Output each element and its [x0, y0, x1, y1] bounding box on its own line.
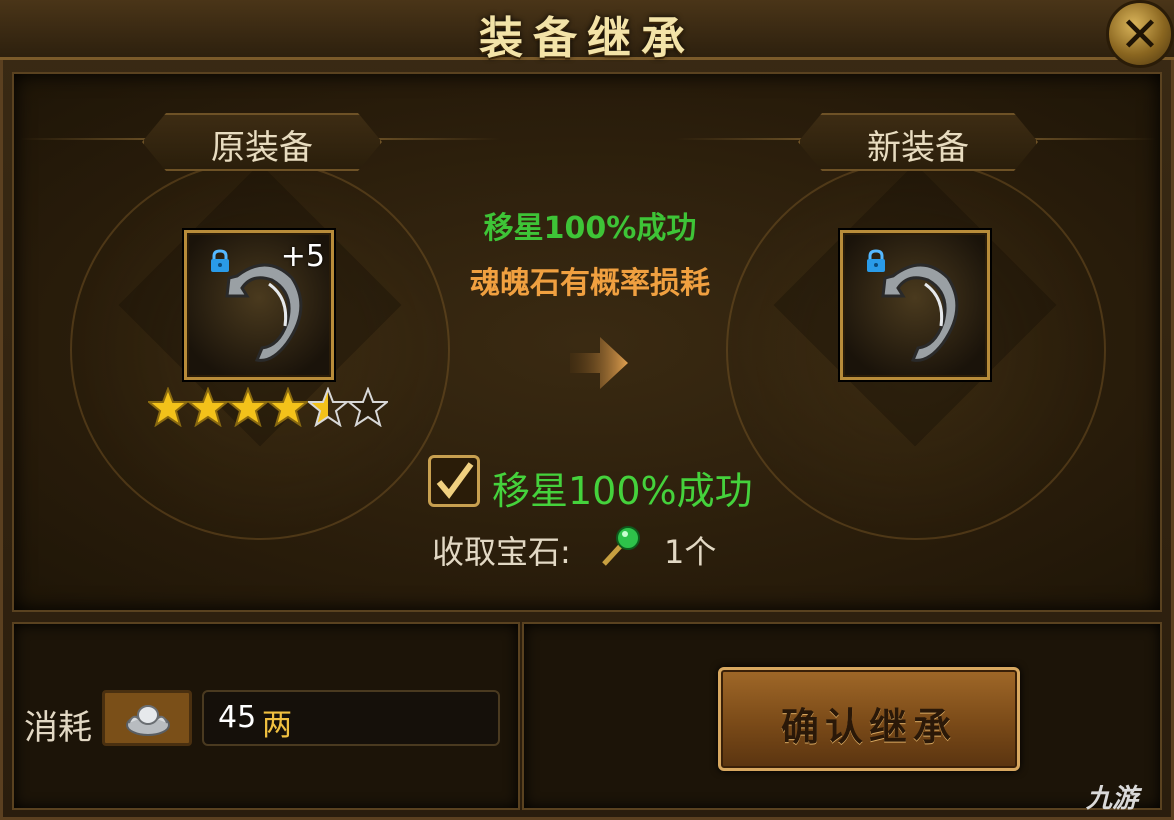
original-equipment-slot[interactable]: +5 [184, 230, 334, 380]
gem-count: 1个 [664, 533, 717, 571]
loss-warning-text: 魂魄石有概率损耗 [470, 266, 710, 301]
watermark: 九游 [1086, 778, 1138, 815]
star-empty-icon [348, 387, 388, 427]
watermark-text: 九游 [1086, 784, 1139, 814]
checkmark-icon [436, 462, 474, 499]
cost-label: 消耗 [24, 708, 92, 748]
arrow-right-icon [570, 337, 628, 389]
lock-icon [211, 249, 229, 272]
amount-value: 45 [218, 700, 257, 735]
lock-icon [867, 249, 885, 272]
dialog-title: 装备继承 [479, 13, 695, 64]
star-half-icon [308, 387, 348, 427]
checkbox-label: 移星100%成功 [492, 469, 753, 513]
confirm-inherit-button[interactable]: 确认继承 [718, 667, 1020, 771]
target-banner-label: 新装备 [867, 128, 969, 168]
gem-icon [602, 526, 640, 566]
success-checkbox[interactable] [428, 455, 480, 507]
original-banner-label: 原装备 [211, 128, 313, 168]
star-full-icon [268, 387, 308, 427]
star-full-icon [148, 387, 188, 427]
close-icon: ✕ [1119, 7, 1161, 63]
silver-ingot-icon [126, 705, 170, 736]
confirm-label: 确认继承 [780, 704, 957, 749]
target-equipment-slot[interactable] [840, 230, 990, 380]
title-bar: 装备继承 [0, 0, 1174, 64]
success-rate-text: 移星100%成功 [483, 211, 697, 246]
star-full-icon [228, 387, 268, 427]
star-full-icon [188, 387, 228, 427]
currency-box [102, 690, 192, 746]
close-button[interactable]: ✕ [1106, 0, 1174, 68]
star-rating [148, 387, 398, 431]
amount-unit: 两 [262, 708, 292, 743]
gem-cost-label: 收取宝石: [432, 533, 571, 571]
